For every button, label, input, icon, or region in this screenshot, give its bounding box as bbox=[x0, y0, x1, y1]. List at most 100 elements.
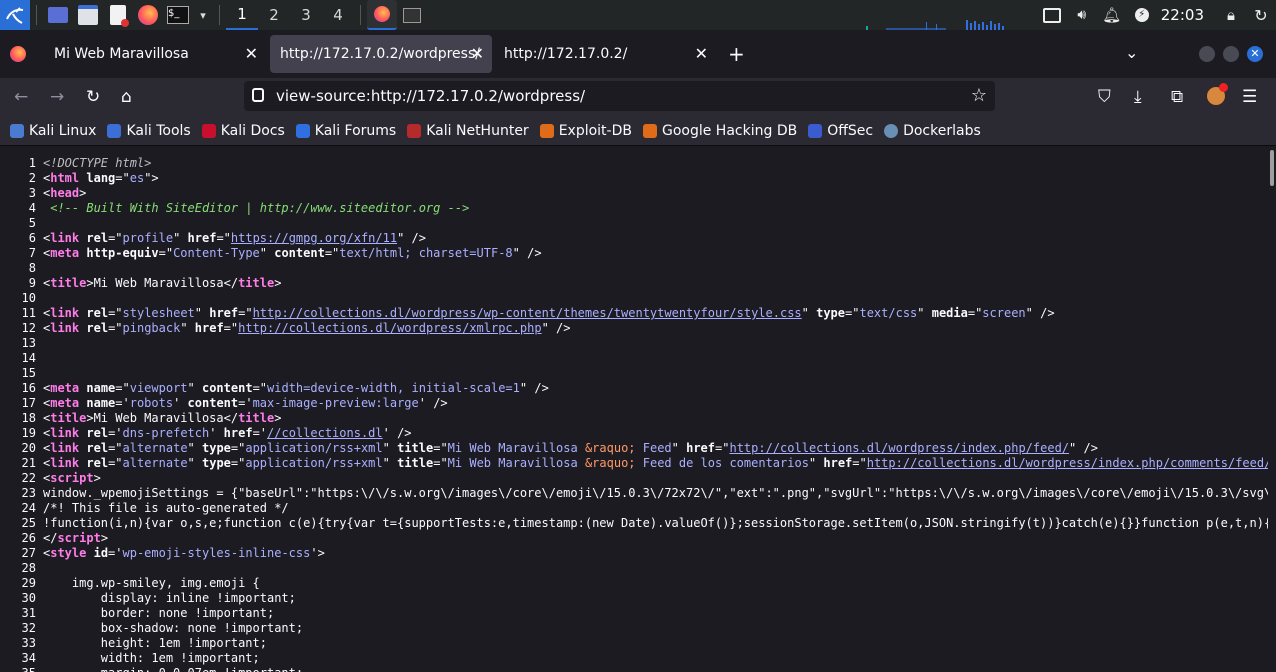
forward-arrow-icon[interactable]: → bbox=[50, 87, 64, 107]
source-line: 5 bbox=[0, 216, 1268, 231]
ghdb-icon bbox=[642, 123, 657, 138]
firefox-icon[interactable] bbox=[137, 4, 159, 26]
bookmarks-toolbar: Kali Linux Kali Tools Kali Docs Kali For… bbox=[0, 116, 1276, 146]
line-code: <meta name='robots' content='max-image-p… bbox=[43, 396, 448, 410]
source-line: 34 width: 1em !important; bbox=[0, 651, 1268, 666]
back-arrow-icon[interactable]: ← bbox=[14, 87, 28, 107]
line-number: 30 bbox=[21, 591, 36, 605]
line-code: <script> bbox=[43, 471, 101, 485]
lock-icon[interactable]: 🔒︎ bbox=[1220, 4, 1242, 26]
line-number: 2 bbox=[28, 171, 36, 185]
screen-icon[interactable] bbox=[1041, 4, 1063, 26]
tab-bar: Mi Web Maravillosa ✕ http://172.17.0.2/w… bbox=[0, 30, 1276, 78]
tab-root[interactable]: http://172.17.0.2/ ✕ bbox=[494, 35, 716, 73]
maximize-button[interactable] bbox=[1223, 46, 1239, 62]
line-number: 28 bbox=[21, 561, 36, 575]
workspace-2[interactable]: 2 bbox=[258, 0, 290, 30]
line-code: /*! This file is auto-generated */ bbox=[43, 501, 289, 515]
close-tab-icon[interactable]: ✕ bbox=[245, 44, 258, 63]
power-status-icon[interactable]: ⚡︎ bbox=[1131, 4, 1153, 26]
minimize-button[interactable] bbox=[1199, 46, 1215, 62]
close-tab-icon[interactable]: ✕ bbox=[695, 44, 708, 63]
line-number: 6 bbox=[28, 231, 36, 245]
pocket-icon[interactable]: ⛉ bbox=[1098, 87, 1111, 107]
tab-wordpress[interactable]: http://172.17.0.2/wordpress/ ✕ bbox=[270, 35, 492, 73]
line-number: 27 bbox=[21, 546, 36, 560]
line-number: 8 bbox=[28, 261, 36, 275]
source-line: 6 <link rel="profile" href="https://gmpg.… bbox=[0, 231, 1268, 246]
line-number: 11 bbox=[21, 306, 36, 320]
close-window-button[interactable]: ✕ bbox=[1247, 46, 1263, 62]
bookmark-kali-tools[interactable]: Kali Tools bbox=[107, 123, 191, 139]
logout-icon[interactable]: ↻ bbox=[1250, 4, 1272, 26]
line-code: <link rel="alternate" type="application/… bbox=[43, 456, 1268, 470]
volume-icon[interactable]: 🔊︎ bbox=[1071, 4, 1093, 26]
line-number: 24 bbox=[21, 501, 36, 515]
line-code: <head> bbox=[43, 186, 87, 200]
list-tabs-chevron-icon[interactable]: ⌄ bbox=[1125, 43, 1138, 62]
taskbar-separator bbox=[360, 5, 361, 25]
source-line: 11 <link rel="stylesheet" href="http://co… bbox=[0, 306, 1268, 321]
line-number: 14 bbox=[21, 351, 36, 365]
terminal-window-icon[interactable] bbox=[401, 4, 423, 26]
workspace-1[interactable]: 1 bbox=[226, 0, 258, 30]
source-line: 16 <meta name="viewport" content="width=d… bbox=[0, 381, 1268, 396]
bookmark-offsec[interactable]: OffSec bbox=[808, 123, 873, 139]
workspace-4[interactable]: 4 bbox=[322, 0, 354, 30]
bookmark-kali-nethunter[interactable]: Kali NetHunter bbox=[407, 123, 529, 139]
terminal-icon[interactable]: $_ bbox=[167, 4, 189, 26]
text-editor-icon[interactable] bbox=[107, 4, 129, 27]
bookmark-kali-linux[interactable]: Kali Linux bbox=[10, 123, 96, 139]
url-text[interactable]: view-source:http://172.17.0.2/wordpress/ bbox=[276, 87, 585, 105]
clock[interactable]: 22:03 bbox=[1161, 6, 1204, 24]
line-code: <style id='wp-emoji-styles-inline-css'> bbox=[43, 546, 325, 560]
source-line: 12 <link rel="pingback" href="http://coll… bbox=[0, 321, 1268, 336]
source-line: 35 margin: 0 0.07em !important; bbox=[0, 666, 1268, 672]
firefox-window-icon[interactable] bbox=[367, 0, 397, 30]
extensions-icon[interactable]: ⧉ bbox=[1171, 87, 1183, 107]
line-number: 10 bbox=[21, 291, 36, 305]
source-line: 9 <title>Mi Web Maravillosa</title> bbox=[0, 276, 1268, 291]
page-info-icon[interactable] bbox=[252, 88, 264, 102]
close-tab-icon[interactable]: ✕ bbox=[471, 44, 484, 63]
address-bar[interactable]: view-source:http://172.17.0.2/wordpress/… bbox=[244, 81, 995, 111]
line-code: <link rel="pingback" href="http://collec… bbox=[43, 321, 571, 335]
bookmark-exploit-db[interactable]: Exploit-DB bbox=[539, 123, 632, 139]
line-code: <link rel='dns-prefetch' href='//collect… bbox=[43, 426, 412, 440]
firefox-view-icon[interactable] bbox=[10, 46, 26, 62]
view-source-content[interactable]: 1 <!DOCTYPE html> 2 <html lang="es"> 3 <head>… bbox=[0, 147, 1276, 672]
desktop-icon[interactable] bbox=[47, 4, 69, 26]
system-tray: 🔊︎ 🔔︎ ⚡︎ 22:03 🔒︎ ↻ bbox=[1037, 0, 1276, 30]
line-number: 34 bbox=[21, 651, 36, 665]
line-code: <link rel="profile" href="https://gmpg.o… bbox=[43, 231, 426, 245]
tab-label: Mi Web Maravillosa bbox=[54, 46, 189, 62]
tab-label: http://172.17.0.2/wordpress/ bbox=[280, 46, 480, 62]
bookmark-kali-docs[interactable]: Kali Docs bbox=[201, 123, 285, 139]
home-icon[interactable]: ⌂ bbox=[121, 87, 132, 107]
line-number: 5 bbox=[28, 216, 36, 230]
bookmark-google-hacking-db[interactable]: Google Hacking DB bbox=[642, 123, 797, 139]
chevron-down-icon[interactable]: ▾ bbox=[197, 4, 209, 26]
downloads-icon[interactable]: ⤓ bbox=[1134, 87, 1142, 107]
line-number: 25 bbox=[21, 516, 36, 530]
source-line: 24 /*! This file is auto-generated */ bbox=[0, 501, 1268, 516]
source-line: 13 bbox=[0, 336, 1268, 351]
hamburger-menu-icon[interactable]: ☰ bbox=[1242, 87, 1257, 107]
tab-mi-web[interactable]: Mi Web Maravillosa ✕ bbox=[44, 35, 266, 73]
file-manager-icon[interactable] bbox=[77, 4, 99, 26]
bookmark-star-icon[interactable]: ☆ bbox=[971, 85, 987, 106]
kali-menu-icon[interactable] bbox=[0, 0, 30, 30]
notification-bell-icon[interactable]: 🔔︎ bbox=[1101, 4, 1123, 26]
source-line: 15 bbox=[0, 366, 1268, 381]
workspace-3[interactable]: 3 bbox=[290, 0, 322, 30]
new-tab-button[interactable]: + bbox=[728, 44, 745, 64]
foxyproxy-icon[interactable] bbox=[1207, 83, 1228, 105]
line-code: <meta http-equiv="Content-Type" content=… bbox=[43, 246, 542, 260]
line-code: margin: 0 0.07em !important; bbox=[43, 666, 303, 672]
bookmark-dockerlabs[interactable]: Dockerlabs bbox=[884, 123, 981, 139]
bookmark-kali-forums[interactable]: Kali Forums bbox=[295, 123, 396, 139]
reload-icon[interactable]: ↻ bbox=[86, 87, 100, 107]
network-activity-graph bbox=[866, 20, 1004, 30]
scrollbar-thumb[interactable] bbox=[1270, 150, 1274, 186]
line-number: 21 bbox=[21, 456, 36, 470]
